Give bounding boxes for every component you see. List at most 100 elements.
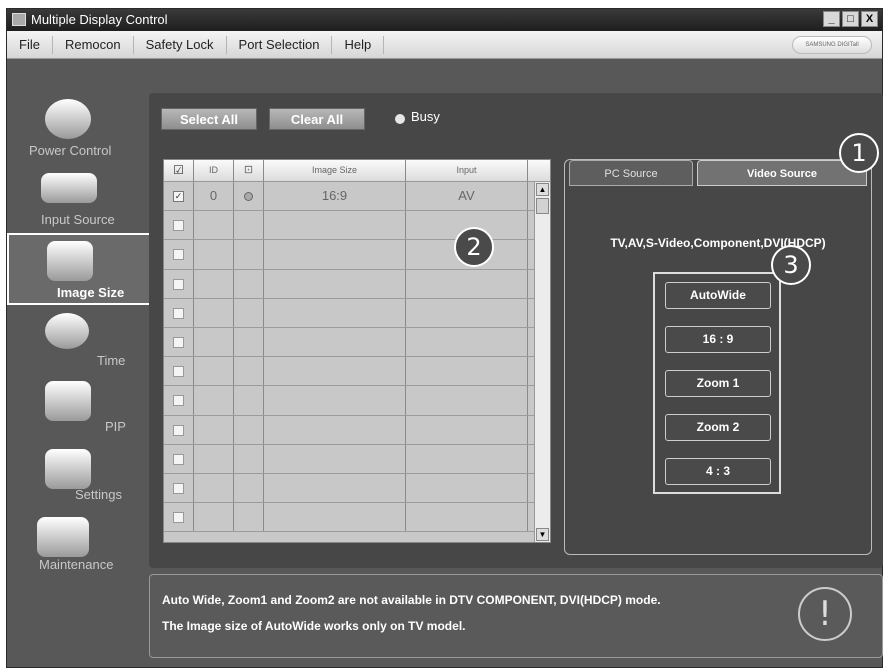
table-row[interactable]	[164, 386, 550, 416]
checkbox-icon[interactable]	[173, 512, 184, 524]
checkbox-icon[interactable]	[173, 278, 184, 290]
menu-help[interactable]: Help	[332, 35, 385, 54]
clock-icon	[45, 313, 89, 349]
minimize-button[interactable]: _	[823, 11, 840, 27]
cell-image-size	[264, 503, 406, 532]
power-status-icon	[244, 192, 253, 202]
row-checkbox[interactable]	[164, 386, 194, 415]
scroll-thumb[interactable]	[536, 198, 549, 214]
close-button[interactable]: X	[861, 11, 878, 27]
sidebar-item-label: Time	[97, 353, 126, 368]
sidebar-item-image-size[interactable]: Image Size	[7, 233, 152, 305]
row-checkbox[interactable]	[164, 415, 194, 444]
sidebar-item-label: Settings	[75, 487, 122, 502]
row-checkbox[interactable]: ✓	[164, 182, 194, 211]
table-row[interactable]	[164, 415, 550, 445]
cell-power	[234, 386, 264, 415]
table-row[interactable]	[164, 327, 550, 358]
cell-id	[194, 444, 234, 473]
header-id: ID	[194, 160, 234, 181]
callout-2: 2	[454, 227, 494, 267]
cell-image-size	[264, 386, 406, 415]
checkbox-icon[interactable]	[173, 482, 184, 494]
cell-id	[194, 415, 234, 444]
cell-power	[234, 503, 264, 532]
select-all-button[interactable]: Select All	[161, 108, 257, 130]
table-row[interactable]: ✓ 0 16:9 AV	[164, 182, 550, 212]
aspect-16-9-button[interactable]: 16 : 9	[665, 326, 771, 353]
row-checkbox[interactable]	[164, 327, 194, 357]
app-window: Multiple Display Control _ □ X File Remo…	[6, 8, 883, 668]
scroll-up-icon[interactable]: ▲	[536, 183, 549, 196]
checkbox-icon[interactable]	[173, 366, 184, 378]
table-row[interactable]	[164, 444, 550, 474]
grid-scrollbar[interactable]: ▲ ▼	[534, 182, 550, 542]
menu-safety-lock[interactable]: Safety Lock	[134, 35, 227, 54]
row-checkbox[interactable]	[164, 444, 194, 473]
cell-id	[194, 357, 234, 386]
cell-power	[234, 298, 264, 327]
table-row[interactable]	[164, 211, 550, 241]
sidebar-item-power-control[interactable]: Power Control	[7, 95, 152, 163]
menu-file[interactable]: File	[7, 35, 53, 54]
cell-image-size	[264, 327, 406, 357]
cell-power	[234, 240, 264, 269]
cell-id	[194, 386, 234, 415]
sidebar-item-maintenance[interactable]: Maintenance	[7, 513, 152, 581]
sidebar-item-pip[interactable]: PIP	[7, 377, 152, 445]
table-row[interactable]	[164, 298, 550, 328]
checkbox-icon[interactable]	[173, 395, 184, 407]
header-check[interactable]: ☑	[164, 160, 194, 181]
maximize-button[interactable]: □	[842, 11, 859, 27]
row-checkbox[interactable]	[164, 503, 194, 532]
cell-id: 0	[194, 182, 234, 211]
sidebar-item-label: Image Size	[57, 285, 125, 300]
row-checkbox[interactable]	[164, 269, 194, 298]
aspect-4-3-button[interactable]: 4 : 3	[665, 458, 771, 485]
table-row[interactable]	[164, 269, 550, 299]
notice-line-2: The Image size of AutoWide works only on…	[162, 619, 466, 633]
tab-pc-source[interactable]: PC Source	[569, 160, 693, 186]
busy-label: Busy	[411, 109, 440, 124]
clear-all-button[interactable]: Clear All	[269, 108, 365, 130]
cell-image-size	[264, 444, 406, 473]
checkbox-icon[interactable]	[173, 337, 184, 348]
cell-power	[234, 415, 264, 444]
checkbox-icon[interactable]	[173, 424, 184, 436]
table-row[interactable]	[164, 503, 550, 533]
cell-input	[406, 415, 528, 444]
scroll-down-icon[interactable]: ▼	[536, 528, 549, 541]
checkbox-icon[interactable]	[173, 307, 184, 319]
grid-header: ☑ ID ⊡ Image Size Input	[164, 160, 550, 182]
cell-image-size	[264, 269, 406, 298]
cell-input	[406, 473, 528, 503]
table-row[interactable]	[164, 357, 550, 387]
cell-power	[234, 473, 264, 503]
zoom1-button[interactable]: Zoom 1	[665, 370, 771, 397]
row-checkbox[interactable]	[164, 298, 194, 327]
cell-image-size	[264, 415, 406, 444]
window-controls: _ □ X	[823, 11, 878, 27]
row-checkbox[interactable]	[164, 357, 194, 386]
grid-body: ✓ 0 16:9 AV	[164, 182, 550, 533]
cell-input	[406, 327, 528, 357]
table-row[interactable]	[164, 473, 550, 504]
checkbox-icon[interactable]: ✓	[173, 191, 184, 203]
checkbox-icon[interactable]	[173, 453, 184, 465]
cell-input	[406, 357, 528, 386]
sidebar-item-settings[interactable]: Settings	[7, 445, 152, 513]
checkbox-icon[interactable]	[173, 249, 184, 261]
source-panel: PC Source Video Source TV,AV,S-Video,Com…	[564, 159, 872, 555]
row-checkbox[interactable]	[164, 473, 194, 503]
checkbox-icon[interactable]	[173, 220, 184, 232]
sidebar-item-input-source[interactable]: Input Source	[7, 165, 152, 233]
sidebar-item-time[interactable]: Time	[7, 309, 152, 377]
callout-1: 1	[839, 133, 879, 173]
settings-icon	[45, 449, 91, 489]
row-checkbox[interactable]	[164, 211, 194, 240]
menu-remocon[interactable]: Remocon	[53, 35, 134, 54]
menu-port-selection[interactable]: Port Selection	[227, 35, 333, 54]
row-checkbox[interactable]	[164, 240, 194, 269]
zoom2-button[interactable]: Zoom 2	[665, 414, 771, 441]
autowide-button[interactable]: AutoWide	[665, 282, 771, 309]
